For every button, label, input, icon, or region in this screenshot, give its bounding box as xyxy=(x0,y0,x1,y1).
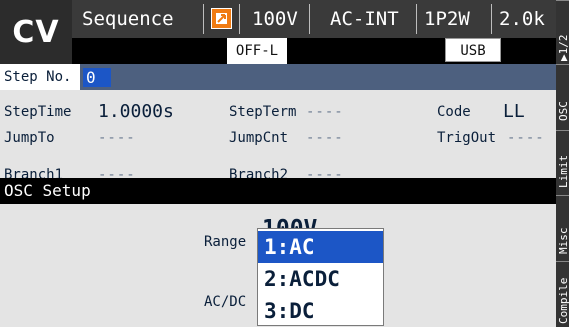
softkey-osc[interactable]: OSC xyxy=(556,64,569,131)
trig-out-field[interactable]: ---- xyxy=(507,130,545,146)
softkey-misc[interactable]: Misc xyxy=(556,195,569,262)
screen-title: Sequence xyxy=(82,8,174,30)
keylock-icon xyxy=(211,8,232,29)
header-divider xyxy=(309,4,310,34)
softkey-osc-label: OSC xyxy=(557,101,569,121)
jump-cnt-field[interactable]: ---- xyxy=(306,130,344,146)
wiring-mode: 1P2W xyxy=(424,8,470,30)
step-time-field[interactable]: 1.0000s xyxy=(98,101,174,122)
header-divider xyxy=(203,4,204,34)
voltage-setting: 100V xyxy=(252,8,298,30)
dropdown-option-dc[interactable]: 3:DC xyxy=(258,295,383,325)
output-status-badge: OFF-L xyxy=(227,38,287,64)
acdc-label: AC/DC xyxy=(204,294,247,310)
osc-setup-title: OSC Setup xyxy=(0,178,556,204)
softkey-compile-label: Compile xyxy=(557,277,569,324)
step-time-label: StepTime xyxy=(4,104,72,120)
step-term-field[interactable]: ---- xyxy=(306,104,344,120)
softkey-limit-label: Limit xyxy=(557,154,569,188)
code-field[interactable]: LL xyxy=(503,101,525,122)
jump-to-label: JumpTo xyxy=(4,130,55,146)
softkey-page-label: ▶1/2 xyxy=(557,34,569,62)
dropdown-option-acdc[interactable]: 2:ACDC xyxy=(258,263,383,295)
interface-badge: USB xyxy=(445,38,501,62)
range-label: Range xyxy=(204,234,247,250)
softkey-limit[interactable]: Limit xyxy=(556,130,569,196)
header-divider xyxy=(416,4,417,34)
trig-out-label: TrigOut xyxy=(437,130,497,146)
softkey-page[interactable]: ▶1/2 xyxy=(556,0,569,65)
power-range: 2.0k xyxy=(499,8,545,30)
mode-indicator: CV xyxy=(0,0,72,64)
signal-source: AC-INT xyxy=(330,8,399,30)
step-term-label: StepTerm xyxy=(229,104,297,120)
softkey-misc-label: Misc xyxy=(557,227,569,255)
code-label: Code xyxy=(437,104,471,120)
dropdown-option-ac[interactable]: 1:AC xyxy=(258,231,383,263)
jump-cnt-label: JumpCnt xyxy=(229,130,289,146)
acdc-dropdown[interactable]: 1:AC 2:ACDC 3:DC xyxy=(257,228,384,326)
keylock-glyph-icon xyxy=(216,13,227,24)
jump-to-field[interactable]: ---- xyxy=(98,130,136,146)
header-divider xyxy=(491,4,492,34)
softkey-compile[interactable]: Compile xyxy=(556,261,569,327)
step-number-field[interactable]: 0 xyxy=(83,68,111,87)
header-divider xyxy=(239,4,240,34)
step-number-label: Step No. xyxy=(0,64,80,90)
